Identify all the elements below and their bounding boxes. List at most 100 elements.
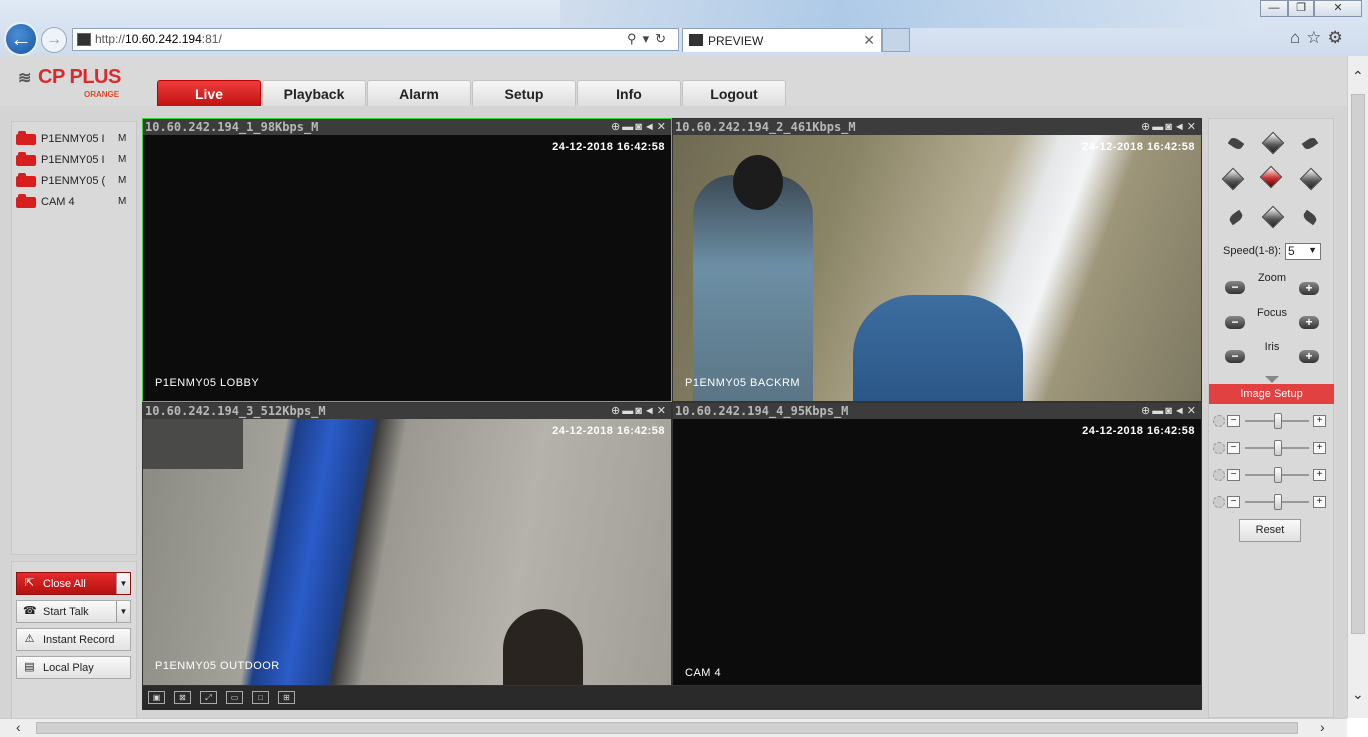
- minimize-button[interactable]: —: [1260, 0, 1288, 17]
- refresh-icon[interactable]: ↻: [655, 31, 672, 46]
- contrast-slider[interactable]: − +: [1213, 440, 1329, 456]
- address-actions[interactable]: ⚲▾↻: [627, 31, 672, 47]
- channel-item[interactable]: P1ENMY05 (M: [16, 172, 132, 190]
- pan-down-icon[interactable]: [1261, 205, 1285, 229]
- back-button[interactable]: ←: [4, 22, 38, 56]
- stream-mode[interactable]: M: [118, 196, 126, 207]
- scroll-right-icon[interactable]: ›: [1320, 719, 1325, 735]
- decrease-button[interactable]: −: [1227, 496, 1240, 508]
- record-icon[interactable]: ▬: [1152, 405, 1165, 417]
- single-bar-layout-icon[interactable]: ▭: [226, 691, 243, 704]
- tab-close-icon[interactable]: ✕: [863, 32, 875, 49]
- snapshot-icon[interactable]: ◙: [1165, 121, 1174, 133]
- zoom-in-button[interactable]: +: [1299, 282, 1319, 295]
- record-icon[interactable]: ▬: [622, 121, 635, 133]
- pan-down-left-icon[interactable]: [1227, 209, 1245, 226]
- increase-button[interactable]: +: [1313, 415, 1326, 427]
- fit-ratio-icon[interactable]: ▣: [148, 691, 165, 704]
- brightness-slider[interactable]: − +: [1213, 413, 1329, 429]
- video-window[interactable]: 10.60.242.194_3_512Kbps_M ⊕▬◙◄✕ 24-12-20…: [142, 402, 672, 686]
- stream-mode[interactable]: M: [118, 154, 126, 165]
- stream-mode[interactable]: M: [118, 133, 126, 144]
- tab-alarm[interactable]: Alarm: [367, 80, 471, 106]
- scroll-up-icon[interactable]: ⌃: [1352, 68, 1364, 85]
- close-icon[interactable]: ✕: [1187, 121, 1198, 133]
- reset-button[interactable]: Reset: [1239, 519, 1301, 542]
- pan-right-icon[interactable]: [1299, 167, 1323, 191]
- iris-minus-button[interactable]: −: [1225, 350, 1245, 363]
- increase-button[interactable]: +: [1313, 496, 1326, 508]
- record-icon[interactable]: ▬: [622, 405, 635, 417]
- home-icon[interactable]: ⌂: [1290, 28, 1306, 47]
- start-talk-button[interactable]: ☎ Start Talk ▼: [16, 600, 131, 623]
- ptz-center-icon[interactable]: [1259, 165, 1283, 189]
- forward-button[interactable]: →: [41, 27, 67, 53]
- pan-up-left-icon[interactable]: [1227, 135, 1245, 152]
- instant-record-button[interactable]: ⚠ Instant Record: [16, 628, 131, 651]
- tab-setup[interactable]: Setup: [472, 80, 576, 106]
- audio-icon[interactable]: ◄: [644, 121, 657, 133]
- close-all-button[interactable]: ⇱ Close All ▼: [16, 572, 131, 595]
- focus-minus-button[interactable]: −: [1225, 316, 1245, 329]
- video-window[interactable]: 10.60.242.194_4_95Kbps_M ⊕▬◙◄✕ 24-12-201…: [672, 402, 1202, 686]
- scroll-thumb[interactable]: [36, 722, 1298, 734]
- saturation-slider[interactable]: − +: [1213, 467, 1329, 483]
- audio-icon[interactable]: ◄: [1174, 121, 1187, 133]
- quad-layout-icon[interactable]: ⊞: [278, 691, 295, 704]
- zoom-icon[interactable]: ⊕: [1141, 405, 1152, 417]
- scroll-down-icon[interactable]: ⌄: [1352, 686, 1364, 703]
- decrease-button[interactable]: −: [1227, 442, 1240, 454]
- record-icon[interactable]: ▬: [1152, 121, 1165, 133]
- snapshot-icon[interactable]: ◙: [635, 405, 644, 417]
- scroll-thumb[interactable]: [1351, 94, 1365, 634]
- tab-live[interactable]: Live: [157, 80, 261, 106]
- audio-icon[interactable]: ◄: [644, 405, 657, 417]
- pan-down-right-icon[interactable]: [1301, 209, 1319, 226]
- fullscreen-icon[interactable]: ⤢: [200, 691, 217, 704]
- pan-left-icon[interactable]: [1221, 167, 1245, 191]
- zoom-icon[interactable]: ⊕: [611, 405, 622, 417]
- restore-button[interactable]: ❐: [1288, 0, 1314, 17]
- address-bar[interactable]: http://10.60.242.194:81/ ⚲▾↻: [72, 28, 679, 51]
- chevron-down-icon[interactable]: ▼: [116, 601, 130, 622]
- slider-knob[interactable]: [1274, 413, 1282, 429]
- close-icon[interactable]: ✕: [657, 121, 668, 133]
- pan-up-icon[interactable]: [1261, 131, 1285, 155]
- focus-plus-button[interactable]: +: [1299, 316, 1319, 329]
- dropdown-icon[interactable]: ▾: [643, 31, 656, 46]
- collapse-arrow-icon[interactable]: [1265, 376, 1279, 383]
- image-setup-header[interactable]: Image Setup: [1209, 384, 1334, 404]
- settings-gear-icon[interactable]: ⚙: [1328, 28, 1349, 47]
- iris-plus-button[interactable]: +: [1299, 350, 1319, 363]
- video-window[interactable]: 10.60.242.194_1_98Kbps_M ⊕▬◙◄✕ 24-12-201…: [142, 118, 672, 402]
- stream-mode[interactable]: M: [118, 175, 126, 186]
- increase-button[interactable]: +: [1313, 469, 1326, 481]
- audio-icon[interactable]: ◄: [1174, 405, 1187, 417]
- slider-knob[interactable]: [1274, 494, 1282, 510]
- hue-slider[interactable]: − +: [1213, 494, 1329, 510]
- snapshot-icon[interactable]: ◙: [1165, 405, 1174, 417]
- search-icon[interactable]: ⚲: [627, 31, 643, 46]
- close-window-button[interactable]: ✕: [1314, 0, 1362, 17]
- zoom-out-button[interactable]: −: [1225, 281, 1245, 294]
- favorites-star-icon[interactable]: ☆: [1306, 28, 1327, 47]
- speed-select[interactable]: 5 ▼: [1285, 243, 1321, 260]
- zoom-icon[interactable]: ⊕: [1141, 121, 1152, 133]
- snapshot-icon[interactable]: ◙: [635, 121, 644, 133]
- original-ratio-icon[interactable]: ⊠: [174, 691, 191, 704]
- tab-logout[interactable]: Logout: [682, 80, 786, 106]
- decrease-button[interactable]: −: [1227, 469, 1240, 481]
- vertical-scrollbar[interactable]: ⌃ ⌄: [1347, 56, 1368, 718]
- channel-item[interactable]: CAM 4 M: [16, 193, 132, 211]
- browser-tab[interactable]: PREVIEW ✕: [682, 28, 882, 52]
- single-layout-icon[interactable]: □: [252, 691, 269, 704]
- scroll-left-icon[interactable]: ‹: [16, 719, 21, 735]
- local-play-button[interactable]: ▤ Local Play: [16, 656, 131, 679]
- video-window[interactable]: 10.60.242.194_2_461Kbps_M ⊕▬◙◄✕ 24-12-20…: [672, 118, 1202, 402]
- tab-playback[interactable]: Playback: [262, 80, 366, 106]
- decrease-button[interactable]: −: [1227, 415, 1240, 427]
- close-icon[interactable]: ✕: [657, 405, 668, 417]
- pan-up-right-icon[interactable]: [1301, 135, 1319, 152]
- horizontal-scrollbar[interactable]: ‹ ›: [0, 718, 1347, 737]
- new-tab-button[interactable]: [882, 28, 910, 52]
